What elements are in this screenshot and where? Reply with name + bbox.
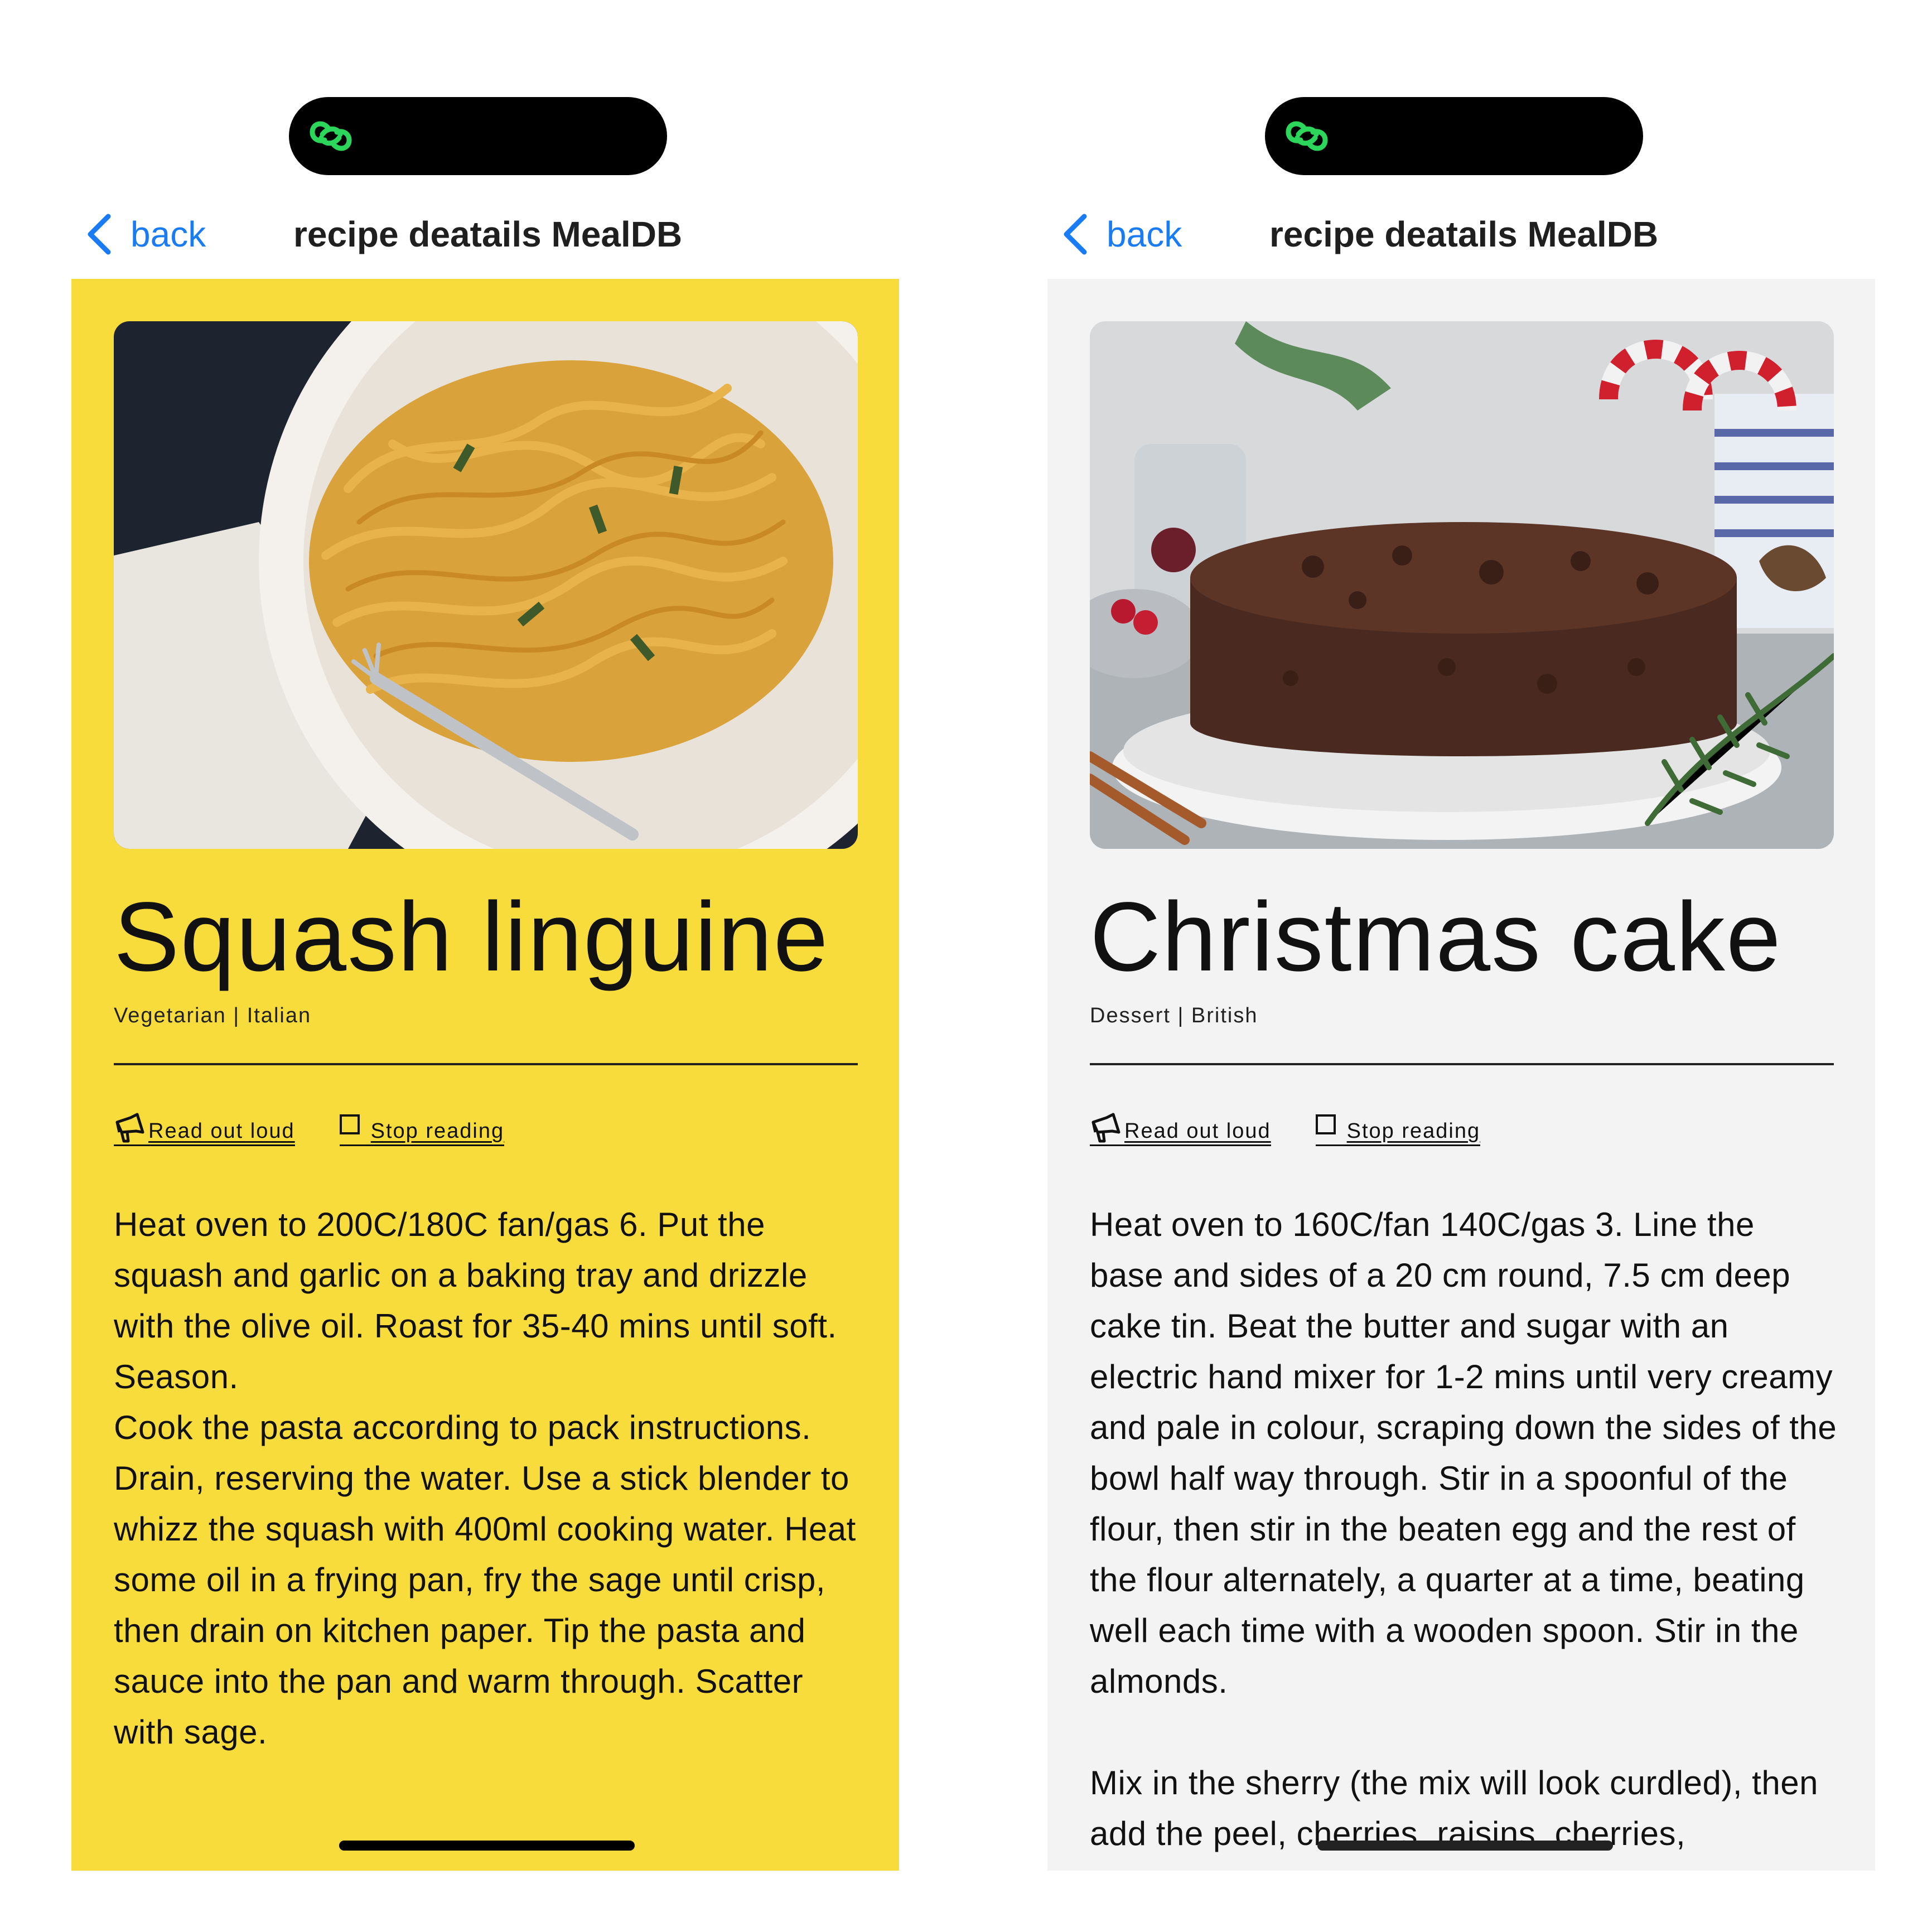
nav-bar: back recipe deatails MealDB <box>0 206 972 262</box>
megaphone-icon <box>115 1113 144 1143</box>
link-icon <box>1286 121 1328 151</box>
reading-controls: Read out loud Stop reading <box>114 1112 549 1146</box>
recipe-instructions: Heat oven to 200C/180C fan/gas 6. Put th… <box>114 1206 856 1751</box>
back-button[interactable]: back <box>84 206 206 262</box>
reading-controls: Read out loud Stop reading <box>1090 1112 1525 1146</box>
back-label: back <box>131 214 206 254</box>
recipe-title: Squash linguine <box>114 882 829 992</box>
read-out-loud-label: Read out loud <box>148 1119 295 1143</box>
read-out-loud-button[interactable]: Read out loud <box>1090 1112 1271 1146</box>
link-icon <box>310 121 352 151</box>
divider <box>114 1063 858 1065</box>
stop-reading-label: Stop reading <box>1346 1119 1481 1143</box>
chevron-left-icon <box>88 214 111 255</box>
recipe-instructions: Heat oven to 160C/fan 140C/gas 3. Line t… <box>1090 1206 1837 1852</box>
dynamic-island <box>1265 97 1643 175</box>
recipe-title: Christmas cake <box>1090 882 1782 992</box>
screen-christmas-cake: back recipe deatails MealDB Christmas ca… <box>976 0 1932 1932</box>
stop-reading-button[interactable]: Stop reading <box>339 1114 505 1146</box>
chevron-left-icon <box>1064 214 1087 255</box>
screen-squash-linguine: back recipe deatails MealDB Squash lingu… <box>0 0 972 1932</box>
megaphone-icon <box>1091 1113 1120 1143</box>
dynamic-island <box>289 97 667 175</box>
recipe-image <box>114 321 858 849</box>
read-out-loud-label: Read out loud <box>1124 1119 1271 1143</box>
nav-bar: back recipe deatails MealDB <box>976 206 1932 262</box>
checkbox-icon <box>1315 1114 1336 1134</box>
read-out-loud-button[interactable]: Read out loud <box>114 1112 295 1146</box>
recipe-meta: Dessert | British <box>1090 1004 1258 1027</box>
home-indicator[interactable] <box>339 1841 635 1851</box>
stop-reading-button[interactable]: Stop reading <box>1315 1114 1481 1146</box>
recipe-panel: Christmas cake Dessert | British Read ou… <box>1047 279 1875 1871</box>
back-button[interactable]: back <box>1060 206 1182 262</box>
divider <box>1090 1063 1834 1065</box>
home-indicator[interactable] <box>1317 1841 1613 1851</box>
back-label: back <box>1107 214 1182 254</box>
recipe-panel: Squash linguine Vegetarian | Italian Rea… <box>71 279 899 1871</box>
recipe-meta: Vegetarian | Italian <box>114 1004 312 1027</box>
nav-title: recipe deatails MealDB <box>293 214 683 254</box>
recipe-image <box>1090 321 1834 849</box>
checkbox-icon <box>339 1114 360 1134</box>
nav-title: recipe deatails MealDB <box>1269 214 1659 254</box>
stop-reading-label: Stop reading <box>370 1119 505 1143</box>
